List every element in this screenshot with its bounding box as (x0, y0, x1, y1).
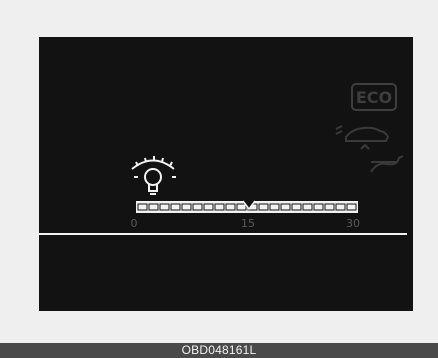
level-segment (159, 203, 170, 211)
level-segment (236, 203, 247, 211)
level-segment (181, 203, 192, 211)
level-segment (302, 203, 313, 211)
scale-min-label: 0 (131, 217, 138, 230)
fuel-trip-icon (335, 125, 390, 142)
car-slope-icon (360, 143, 404, 173)
level-segment (148, 203, 159, 211)
level-segment (324, 203, 335, 211)
figure-frame: ECO 0 15 30 OBD048161L (0, 0, 438, 358)
level-segment (170, 203, 181, 211)
scale-max-label: 30 (346, 217, 360, 230)
level-segment (192, 203, 203, 211)
level-segment (137, 203, 148, 211)
level-segment (335, 203, 346, 211)
level-segment (280, 203, 291, 211)
level-segment (203, 203, 214, 211)
eco-badge: ECO (351, 83, 397, 111)
figure-code: OBD048161L (0, 343, 438, 358)
cluster-graphic: ECO 0 15 30 (39, 83, 407, 235)
scale-mid-label: 15 (241, 217, 255, 230)
divider-line (39, 233, 407, 235)
eco-label: ECO (356, 88, 392, 107)
level-segment (258, 203, 269, 211)
level-segment (291, 203, 302, 211)
level-segment (346, 203, 357, 211)
level-segment (214, 203, 225, 211)
cluster-display: ECO 0 15 30 (39, 37, 413, 311)
level-segment (313, 203, 324, 211)
level-segment (225, 203, 236, 211)
headlight-level-icon (131, 156, 176, 195)
level-segment (269, 203, 280, 211)
